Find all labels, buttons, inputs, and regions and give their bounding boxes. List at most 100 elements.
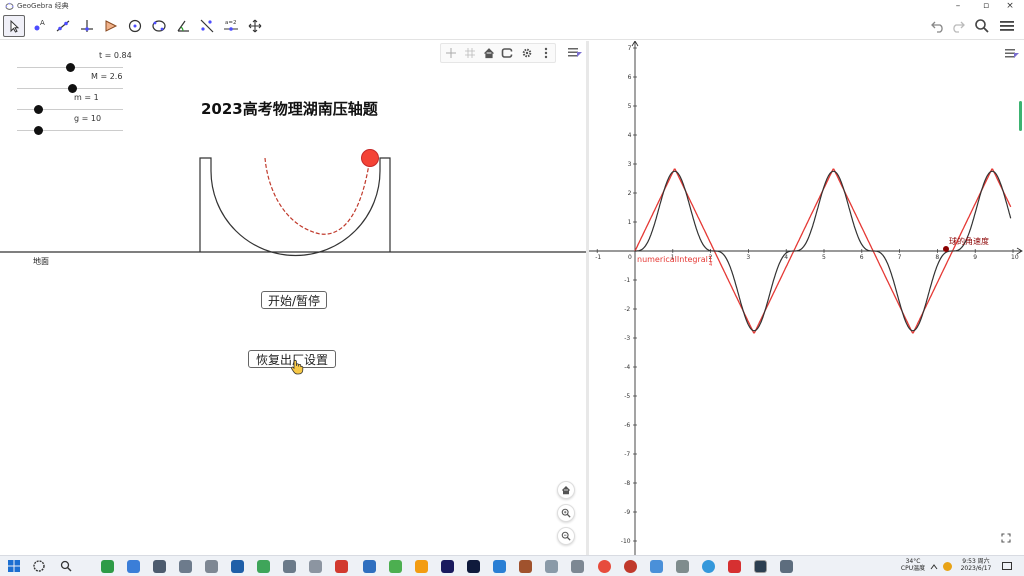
app-icon-19[interactable] (571, 560, 584, 573)
view1-home-button[interactable] (557, 481, 575, 499)
view2-style-toggle-icon[interactable] (1001, 44, 1023, 62)
y-tick-label: -9 (624, 509, 630, 516)
restore-button[interactable]: ▫ (976, 0, 996, 12)
start-pause-button[interactable]: 开始/暂停 (261, 291, 327, 309)
widgets-icon[interactable] (33, 560, 45, 572)
app-icon-16[interactable] (493, 560, 506, 573)
app-icon-22[interactable] (650, 560, 663, 573)
ellipse-tool-button[interactable] (148, 15, 170, 37)
app-icon-24[interactable] (702, 560, 715, 573)
perpendicular-tool-button[interactable] (76, 15, 98, 37)
curve-label-subscript: 4 (709, 262, 712, 268)
circle-icon (128, 19, 142, 33)
x-tick-label: -1 (595, 254, 601, 261)
close-button[interactable]: × (1000, 0, 1020, 12)
search-button[interactable] (972, 16, 992, 36)
app-icon-9[interactable] (309, 560, 322, 573)
y-tick-label: -7 (624, 451, 630, 458)
x-tick-label: 8 (935, 254, 939, 261)
ball[interactable] (361, 149, 379, 167)
x-tick-label: 9 (973, 254, 977, 261)
app-icon-13[interactable] (415, 560, 428, 573)
axis-ticks: -1 0 1 2 3 4 5 6 7 8 9 107654321-1-2-3-4-5-6-7-8-9-… (595, 45, 1019, 545)
app-icon-12[interactable] (389, 560, 402, 573)
app-icon-17[interactable] (519, 560, 532, 573)
redo-icon (953, 21, 965, 33)
app-icon-25[interactable] (728, 560, 741, 573)
app-icon-10[interactable] (335, 560, 348, 573)
line-icon (56, 20, 70, 32)
half-pipe-track (199, 157, 391, 257)
undo-button[interactable] (928, 16, 948, 36)
graphics-view-2[interactable]: -1 0 1 2 3 4 5 6 7 8 9 10 7 6 5 4 3 2 1 -1 -2 -3 -4 -5 -6 -7 -8 -9-… (589, 41, 1024, 555)
reflect-tool-button[interactable] (196, 15, 218, 37)
tray-clock[interactable]: 9:53 周六 2023/6/17 (956, 558, 996, 572)
app-icon-11[interactable] (363, 560, 376, 573)
graph-canvas: -1 0 1 2 3 4 5 6 7 8 9 107654321-1-2-3-4-5-6-7-8-9-… (589, 41, 1023, 555)
fullscreen-button[interactable] (997, 529, 1015, 547)
app-icon-27[interactable] (780, 560, 793, 573)
app-icon-15[interactable] (467, 560, 480, 573)
app-icon-3[interactable] (153, 560, 166, 573)
angle-tool-button[interactable] (172, 15, 194, 37)
moving-point[interactable] (943, 246, 949, 252)
ground-label: 地面 (33, 257, 49, 266)
slider-tool-button[interactable]: a=2 (220, 15, 242, 37)
x-tick-label: 0 (628, 254, 632, 261)
x-tick-label: 3 (746, 254, 750, 261)
geogebra-logo-icon (4, 1, 14, 11)
move-tool-button[interactable] (3, 15, 25, 37)
search-icon (975, 19, 989, 33)
app-icon-8[interactable] (283, 560, 296, 573)
app-icon-14[interactable] (441, 560, 454, 573)
title-bar: GeoGebra 经典 – ▫ × (0, 0, 1024, 12)
move-arrows-icon (248, 19, 262, 33)
app-icon-2[interactable] (127, 560, 140, 573)
app-icon-7[interactable] (257, 560, 270, 573)
notification-icon[interactable] (1002, 562, 1012, 571)
app-icon-4[interactable] (179, 560, 192, 573)
app-icon-21[interactable] (624, 560, 637, 573)
view1-zoom-in-button[interactable] (557, 504, 575, 522)
y-tick-label: 2 (628, 190, 632, 197)
circle-tool-button[interactable] (124, 15, 146, 37)
perpendicular-icon (81, 20, 93, 32)
app-icon-23[interactable] (676, 560, 689, 573)
point-tool-button[interactable]: A (28, 15, 50, 37)
fullscreen-icon (1001, 533, 1011, 543)
tray-app-icon[interactable] (943, 562, 952, 571)
polygon-tool-button[interactable] (100, 15, 122, 37)
taskbar-search-icon[interactable] (60, 560, 72, 572)
scrollbar[interactable] (1019, 101, 1022, 131)
y-tick-label: -1 (624, 277, 630, 284)
axes (589, 41, 1023, 555)
slider-icon: a=2 (224, 20, 238, 31)
home-icon (561, 485, 571, 495)
y-tick-label: -4 (624, 364, 630, 371)
graphics-view-1[interactable]: t = 0.84 M = 2.6 m = 1g = 10 2023高考物理湖南压轴题… (0, 41, 586, 555)
app-icon-20[interactable] (598, 560, 611, 573)
zoom-out-icon (561, 531, 571, 541)
toolbar: A a=2 (0, 12, 1024, 40)
view1-zoom-out-button[interactable] (557, 527, 575, 545)
app-icon-5[interactable] (205, 560, 218, 573)
ellipse-icon (152, 20, 166, 32)
zoom-in-icon (561, 508, 571, 518)
y-tick-label: 1 (628, 219, 632, 226)
move-view-tool-button[interactable] (244, 15, 266, 37)
y-tick-label: 7 (628, 45, 632, 52)
windows-start-icon[interactable] (8, 560, 20, 572)
app-icon-geogebra-active[interactable] (754, 560, 767, 573)
main-menu-button[interactable] (997, 16, 1017, 36)
line-tool-button[interactable] (52, 15, 74, 37)
redo-button[interactable] (948, 16, 968, 36)
x-tick-label: 6 (860, 254, 864, 261)
x-tick-label: 5 (822, 254, 826, 261)
tray-chevron-up-icon[interactable] (930, 563, 938, 571)
y-tick-label: -6 (624, 422, 630, 429)
app-icon-18[interactable] (545, 560, 558, 573)
app-icon-6[interactable] (231, 560, 244, 573)
date-text: 2023/6/17 (960, 565, 992, 572)
app-icon-1[interactable] (101, 560, 114, 573)
minimize-button[interactable]: – (948, 0, 968, 12)
